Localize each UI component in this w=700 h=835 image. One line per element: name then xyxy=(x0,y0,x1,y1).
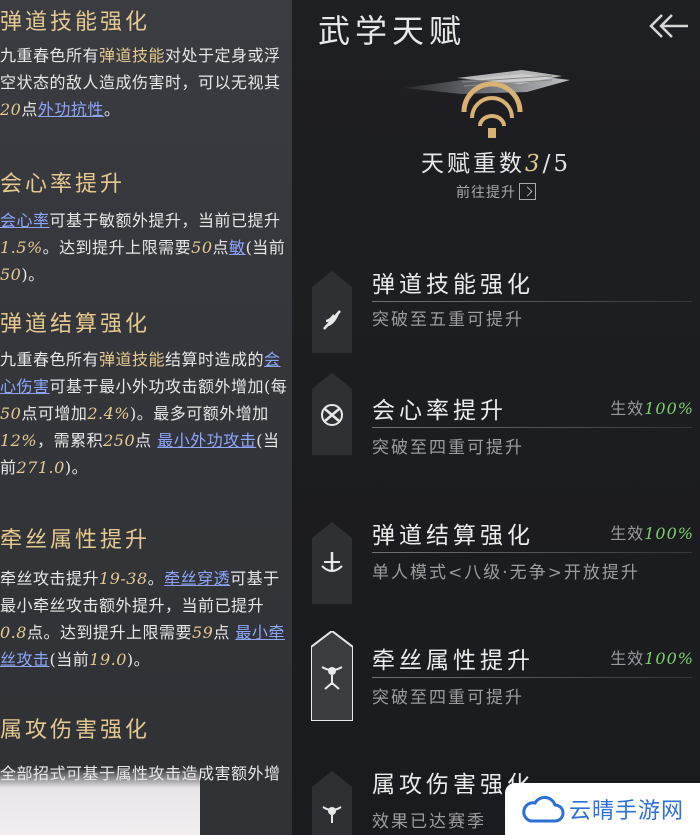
glossary-link[interactable]: 敏 xyxy=(229,238,246,257)
cloud-logo-icon xyxy=(522,796,565,823)
talent-requirement: 突破至四重可提升 xyxy=(372,438,524,458)
talent-requirement: 突破至四重可提升 xyxy=(372,688,524,708)
talent-name: 弹道技能强化 xyxy=(372,272,534,298)
section-description: 会心率可基于敏额外提升，当前已提升1.5%。达到提升上限需要50点敏(当前50)… xyxy=(0,207,290,288)
feather-icon xyxy=(312,271,352,353)
talent-requirement: 单人模式<八级·无争>开放提升 xyxy=(372,563,640,583)
text-run: 害额外增 xyxy=(214,764,281,783)
glossary-link[interactable]: 会心率 xyxy=(0,211,50,230)
talent-item[interactable]: 会心率提升 生效100% 突破至四重可提升 xyxy=(292,373,700,491)
section-title: 牵丝属性提升 xyxy=(0,528,151,553)
text-run: ，需累积 xyxy=(37,431,104,450)
stat-value: 250 xyxy=(103,431,136,450)
talent-max-level: /5 xyxy=(542,151,572,177)
text-run: 九重春色所有 xyxy=(0,350,100,369)
talent-name: 会心率提升 xyxy=(372,398,507,424)
glossary-link[interactable]: 牵丝穿透 xyxy=(164,569,230,588)
text-run: 牵丝攻击提升 xyxy=(0,569,100,588)
stat-value: 50 xyxy=(0,404,22,423)
stat-value: 19-38 xyxy=(99,569,148,588)
talent-panel: 武学天赋 天赋重数3/5 前往提升 弹道技能强化 突破至五重可提升 会心率提升 … xyxy=(292,0,700,835)
section-title: 弹道结算强化 xyxy=(0,312,151,337)
stat-value: 12% xyxy=(0,431,38,450)
talent-name: 牵丝属性提升 xyxy=(372,648,534,674)
talent-item[interactable]: 弹道结算强化 生效100% 单人模式<八级·无争>开放提升 xyxy=(292,516,700,616)
stat-value: 271.0 xyxy=(16,458,65,477)
talent-requirement: 突破至五重可提升 xyxy=(372,310,524,330)
talent-item[interactable]: 弹道技能强化 突破至五重可提升 xyxy=(292,265,700,365)
text-run: 。 xyxy=(147,569,165,588)
crit-burst-icon xyxy=(312,373,352,455)
arrow-box-icon xyxy=(519,182,536,200)
page-title: 武学天赋 xyxy=(318,12,467,50)
text-run: 。达到提升上限需要 xyxy=(42,238,192,257)
watermark: 云晴手游网 xyxy=(505,783,700,835)
back-arrow-icon[interactable] xyxy=(646,12,690,40)
effect-percentage: 100% xyxy=(644,524,694,543)
divider xyxy=(372,677,692,678)
stat-value: 20 xyxy=(0,100,22,119)
text-run: 点可增加 xyxy=(21,404,88,423)
text-run: )。 xyxy=(21,265,45,284)
text-run: 点 xyxy=(21,100,38,119)
talent-count-label: 天赋重数 xyxy=(420,151,525,177)
divider xyxy=(372,427,692,428)
text-run: 可基于最小外功攻击额外增加(每 xyxy=(49,377,288,396)
talent-level-display: 天赋重数3/5 xyxy=(292,144,700,178)
effect-label: 生效 xyxy=(610,399,645,418)
section-title: 属攻伤害强化 xyxy=(0,718,151,743)
section-description: 九重春色所有弹道技能结算时造成的会心伤害可基于最小外功攻击额外增加(每50点可增… xyxy=(0,346,290,481)
stat-value: 50 xyxy=(191,238,213,257)
text-run: )。 xyxy=(126,650,151,669)
stat-value: 50 xyxy=(0,265,22,284)
effect-label: 生效 xyxy=(610,649,645,668)
stat-value: 59 xyxy=(191,623,214,642)
keyword: 弹道技能 xyxy=(99,350,166,369)
effect-label: 生效 xyxy=(610,524,645,543)
talent-item[interactable]: 牵丝属性提升 生效100% 突破至四重可提升 xyxy=(292,631,700,741)
section-description: 牵丝攻击提升19-38。牵丝穿透可基于最小牵丝攻击额外提升，当前已提升0.8点。… xyxy=(0,565,290,673)
talent-current-level: 3 xyxy=(524,151,543,177)
text-run: )。 xyxy=(64,458,89,477)
weapon-emblem-icon xyxy=(404,70,570,138)
goto-upgrade-link[interactable]: 前往提升 xyxy=(292,182,700,202)
text-run: (当前 xyxy=(49,650,90,669)
text-run: 结算时造成的 xyxy=(165,350,265,369)
text-run: 点 xyxy=(213,623,236,642)
talent-effect: 生效100% xyxy=(610,395,694,419)
watermark-text: 云晴手游网 xyxy=(569,799,685,824)
glossary-link[interactable]: 外功抗性 xyxy=(38,100,104,119)
section-title: 会心率提升 xyxy=(0,172,126,197)
stat-value: 0.8 xyxy=(0,623,27,642)
talent-requirement: 效果已达赛季 xyxy=(372,812,486,832)
text-run: 点 xyxy=(135,431,158,450)
divider xyxy=(372,552,692,553)
text-run: )。最多可额外增加 xyxy=(130,404,269,423)
anchor-icon xyxy=(312,522,352,604)
talent-tooltip-panel: 弹道技能强化 九重春色所有弹道技能对处于定身或浮空状态的敌人造成伤害时，可以无视… xyxy=(0,0,292,835)
text-run: (当前 xyxy=(245,238,286,257)
text-run: 点 xyxy=(212,238,230,257)
text-run: 。 xyxy=(103,100,121,119)
text-run: 九重春色所有 xyxy=(0,46,100,65)
talent-effect: 生效100% xyxy=(610,645,694,669)
blurred-overlay xyxy=(0,768,200,835)
text-run: 可基于敏额外提升，当前已提升 xyxy=(49,211,281,230)
stat-value: 19.0 xyxy=(89,650,127,669)
stat-value: 2.4% xyxy=(87,404,131,423)
section-description: 九重春色所有弹道技能对处于定身或浮空状态的敌人造成伤害时，可以无视其20点外功抗… xyxy=(0,42,290,123)
talent-effect: 生效100% xyxy=(610,520,694,544)
talent-name: 弹道结算强化 xyxy=(372,523,534,549)
divider xyxy=(372,301,692,302)
text-run: 点。达到提升上限需要 xyxy=(26,623,192,642)
section-title: 弹道技能强化 xyxy=(0,10,151,35)
goto-upgrade-label: 前往提升 xyxy=(456,185,516,201)
element-icon xyxy=(312,771,352,835)
stat-value: 1.5% xyxy=(0,238,43,257)
keyword: 弹道技能 xyxy=(99,46,166,65)
puppet-string-icon xyxy=(311,631,353,721)
glossary-link[interactable]: 最小外功攻击 xyxy=(157,431,256,450)
effect-percentage: 100% xyxy=(644,649,694,668)
effect-percentage: 100% xyxy=(644,399,694,418)
